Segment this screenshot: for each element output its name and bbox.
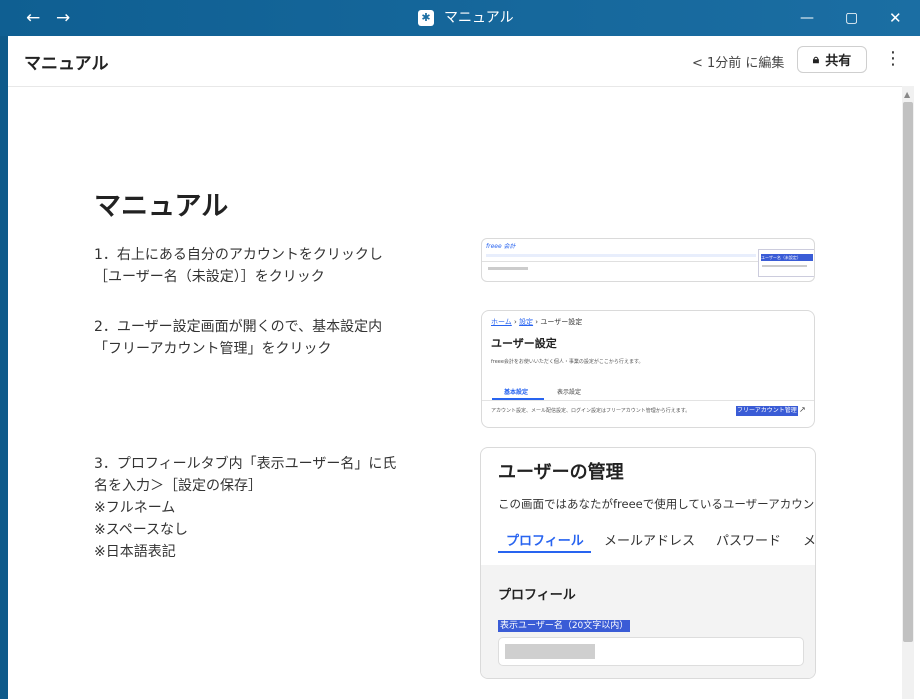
breadcrumb: ホーム › 設定 › ユーザー設定 bbox=[491, 317, 582, 327]
scrollbar[interactable]: ▲ bbox=[902, 86, 914, 699]
share-label: 共有 bbox=[825, 54, 852, 69]
menu-item-placeholder bbox=[762, 265, 807, 267]
profile-section-title: プロフィール bbox=[498, 588, 576, 603]
settings-body: アカウント設定、メール配信設定、ログイン設定はフリーアカウント管理から行えます。 bbox=[491, 407, 690, 416]
tab-profile-underline bbox=[498, 551, 591, 553]
lock-icon: 🔒︎ bbox=[812, 52, 820, 66]
step-2-line-1: 2．ユーザー設定画面が開くので、基本設定内 bbox=[94, 319, 383, 335]
title-bar: ← → ✱ マニュアル — ▢ ✕ bbox=[0, 0, 920, 36]
step-1-line-2: ［ユーザー名（未設定）］をクリック bbox=[94, 269, 325, 285]
freee-logo: freee 会計 bbox=[486, 243, 516, 250]
forward-arrow-icon[interactable]: → bbox=[56, 8, 70, 28]
window-title: ✱ マニュアル bbox=[418, 8, 514, 28]
breadcrumb-settings: 設定 bbox=[519, 318, 534, 326]
screenshot-account-menu: freee 会計 ユーザー名（未設定） bbox=[481, 238, 815, 282]
tab-profile: プロフィール bbox=[506, 534, 584, 549]
step-3-note-1: ※フルネーム bbox=[94, 500, 176, 516]
breadcrumb-current: ユーザー設定 bbox=[540, 318, 583, 326]
window-left-edge bbox=[0, 36, 8, 699]
app-header: マニュアル < 1分前 に編集 🔒︎ 共有 ⋮ bbox=[8, 36, 914, 87]
step-1: 1．右上にある自分のアカウントをクリックし ［ユーザー名（未設定）］をクリック bbox=[94, 244, 383, 288]
step-3-note-2: ※スペースなし bbox=[94, 522, 189, 538]
tab-basic: 基本設定 bbox=[504, 389, 529, 396]
document-heading: マニュアル bbox=[94, 191, 229, 222]
settings-title: ユーザー設定 bbox=[491, 337, 557, 350]
last-edited-text[interactable]: < 1分前 に編集 bbox=[692, 52, 784, 71]
placeholder-text bbox=[488, 267, 528, 270]
step-3-line-2: 名を入力＞［設定の保存］ bbox=[94, 478, 262, 494]
step-3-line-1: 3．プロフィールタブ内「表示ユーザー名」に氏 bbox=[94, 456, 397, 472]
nav-strip bbox=[486, 254, 756, 257]
screenshot-user-settings: ホーム › 設定 › ユーザー設定 ユーザー設定 freee会計をお使いいただく… bbox=[481, 310, 815, 428]
close-icon[interactable]: ✕ bbox=[889, 8, 902, 28]
external-link-icon: ↗ bbox=[799, 405, 806, 414]
display-name-input bbox=[498, 637, 804, 666]
tab-more: メ bbox=[803, 534, 816, 549]
maximize-icon[interactable]: ▢ bbox=[845, 8, 858, 28]
breadcrumb-home: ホーム bbox=[491, 318, 512, 326]
profile-panel: プロフィール 表示ユーザー名（20文字以内） bbox=[481, 565, 815, 678]
redacted-name bbox=[505, 644, 595, 659]
step-2: 2．ユーザー設定画面が開くので、基本設定内 「フリーアカウント管理」をクリック bbox=[94, 316, 382, 360]
window-title-text: マニュアル bbox=[444, 10, 514, 26]
scroll-thumb[interactable] bbox=[903, 102, 913, 642]
scroll-up-icon[interactable]: ▲ bbox=[904, 90, 910, 99]
tab-divider bbox=[482, 400, 814, 401]
settings-desc: freee会計をお使いいただく個人・事業の設定がここから行えます。 bbox=[491, 359, 644, 365]
mgmt-desc: この画面ではあなたがfreeeで使用しているユーザーアカウント bbox=[498, 497, 816, 511]
app-logo-icon: ✱ bbox=[418, 10, 434, 26]
step-3-note-3: ※日本語表記 bbox=[94, 544, 176, 560]
share-button[interactable]: 🔒︎ 共有 bbox=[797, 46, 867, 73]
settings-body-text: アカウント設定、メール配信設定、ログイン設定はフリーアカウント管理から行えます。 bbox=[491, 408, 691, 414]
free-account-link: フリーアカウント管理 bbox=[736, 406, 798, 416]
step-3: 3．プロフィールタブ内「表示ユーザー名」に氏 名を入力＞［設定の保存］ ※フルネ… bbox=[94, 453, 396, 563]
tab-password: パスワード bbox=[716, 534, 782, 549]
step-2-line-2: 「フリーアカウント管理」をクリック bbox=[94, 341, 332, 357]
tab-email: メールアドレス bbox=[604, 534, 696, 549]
mgmt-title: ユーザーの管理 bbox=[498, 462, 624, 483]
menu-item-username: ユーザー名（未設定） bbox=[761, 254, 813, 261]
account-dropdown: ユーザー名（未設定） bbox=[758, 249, 814, 277]
minimize-icon[interactable]: — bbox=[800, 8, 814, 28]
page-title: マニュアル bbox=[24, 54, 109, 74]
tab-display: 表示設定 bbox=[557, 389, 582, 396]
more-options-icon[interactable]: ⋮ bbox=[884, 48, 902, 70]
display-name-label: 表示ユーザー名（20文字以内） bbox=[498, 620, 631, 632]
screenshot-user-management: ユーザーの管理 この画面ではあなたがfreeeで使用しているユーザーアカウント … bbox=[480, 447, 816, 679]
back-arrow-icon[interactable]: ← bbox=[26, 8, 40, 28]
step-1-line-1: 1．右上にある自分のアカウントをクリックし bbox=[94, 247, 383, 263]
